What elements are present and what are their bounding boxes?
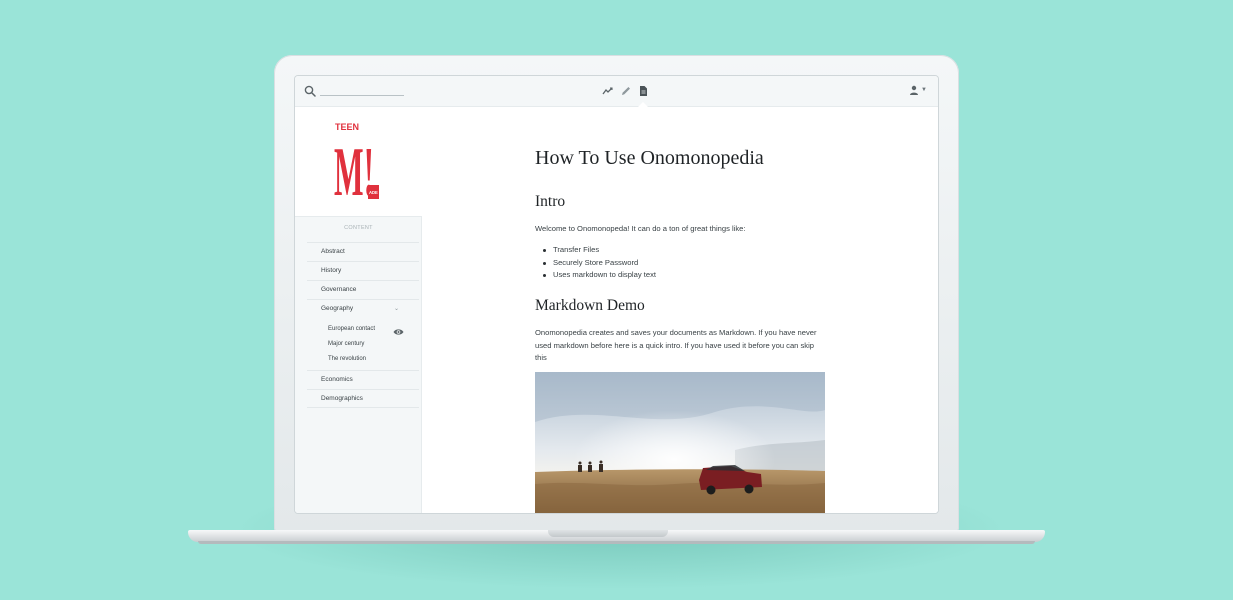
svg-text:ADE: ADE: [369, 190, 378, 195]
logo-area: TEEN M! ADE: [295, 107, 422, 217]
chevron-down-icon[interactable]: ▼: [921, 87, 927, 93]
sidebar-subitem-major-century[interactable]: Major century: [328, 337, 418, 351]
sidebar-item-economics[interactable]: Economics: [307, 370, 419, 389]
pencil-icon[interactable]: [620, 85, 632, 97]
sidebar-section-title: CONTENT: [344, 225, 373, 231]
sidebar-item-label: Economics: [321, 376, 353, 383]
intro-text: Welcome to Onomonopeda! It can do a ton …: [535, 224, 746, 233]
search-icon[interactable]: [304, 85, 316, 97]
list-item: Securely Store Password: [543, 257, 813, 270]
sidebar-item-demographics[interactable]: Demographics: [307, 389, 419, 408]
document-icon[interactable]: [637, 85, 649, 97]
top-toolbar: ▼: [295, 76, 938, 107]
sidebar-item-history[interactable]: History: [307, 261, 419, 280]
search-input[interactable]: [320, 95, 404, 96]
sidebar-item-geography[interactable]: Geography ⌄: [307, 299, 419, 318]
markdown-demo-text: Onomonopedia creates and saves your docu…: [535, 328, 817, 362]
chart-icon[interactable]: [602, 85, 614, 97]
svg-text:TEEN: TEEN: [335, 122, 359, 132]
list-item: Uses markdown to display text: [543, 269, 813, 282]
app-screen: ▼ TEEN M! ADE CONTENT Abstract History G…: [295, 76, 938, 513]
document-title: How To Use Onomonopedia: [535, 147, 764, 169]
sidebar-item-abstract[interactable]: Abstract: [307, 242, 419, 261]
sidebar-subitem-label: Major century: [328, 341, 365, 347]
laptop-base-edge: [198, 541, 1035, 544]
sidebar-subitem-label: The revolution: [328, 356, 367, 362]
sidebar-subitem-european-contact[interactable]: European contact: [328, 322, 418, 336]
list-item: Transfer Files: [543, 244, 813, 257]
chevron-down-icon[interactable]: ⌄: [394, 300, 399, 318]
sidebar-subitem-label: European contact: [328, 326, 376, 332]
eye-icon: [393, 329, 404, 335]
sidebar-subitem-the-revolution[interactable]: The revolution: [328, 352, 418, 366]
sidebar-item-label: Governance: [321, 286, 357, 293]
sidebar-item-label: Demographics: [321, 395, 363, 402]
landscape-photo: [535, 372, 825, 513]
markdown-demo-heading: Markdown Demo: [535, 297, 645, 314]
teen-made-logo: TEEN M! ADE: [334, 122, 379, 200]
feature-list: Transfer Files Securely Store Password U…: [543, 244, 813, 282]
sidebar-item-label: History: [321, 267, 342, 274]
user-icon[interactable]: [909, 85, 919, 95]
sidebar-item-governance[interactable]: Governance: [307, 280, 419, 299]
document-content: How To Use Onomonopedia Intro Welcome to…: [423, 107, 938, 513]
sidebar-item-label: Abstract: [321, 248, 345, 255]
sidebar-item-label: Geography: [321, 305, 354, 312]
intro-heading: Intro: [535, 193, 566, 210]
sidebar: TEEN M! ADE CONTENT Abstract History Gov…: [295, 107, 422, 513]
laptop-notch: [548, 530, 668, 537]
